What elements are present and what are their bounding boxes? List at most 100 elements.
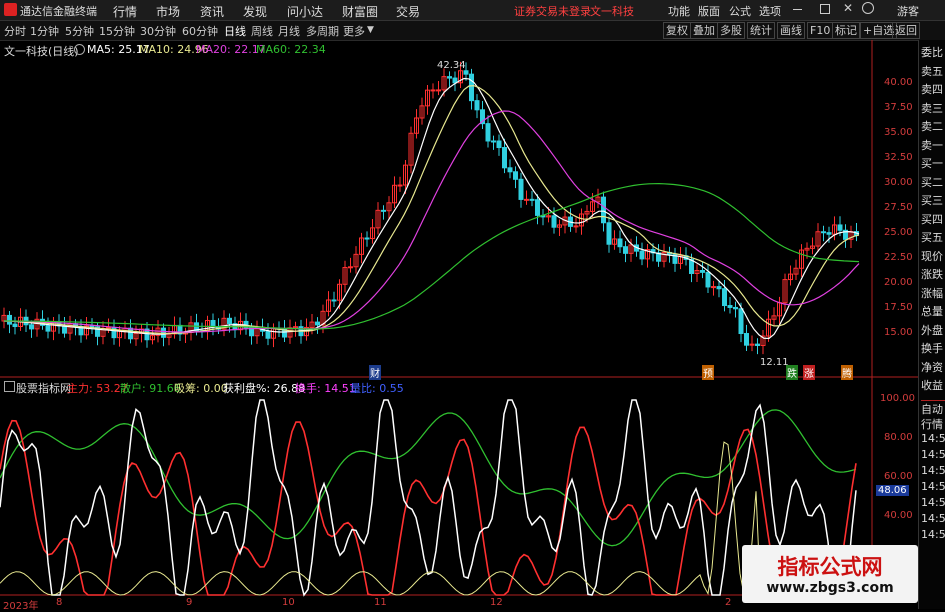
candle-body[interactable] xyxy=(518,178,524,200)
marker-surge[interactable]: 腾 xyxy=(841,365,853,380)
candle-body[interactable] xyxy=(381,209,386,212)
candle-body[interactable] xyxy=(463,70,469,75)
function-button[interactable]: 功能 xyxy=(668,3,690,19)
candle-body[interactable] xyxy=(573,225,579,228)
candle-body[interactable] xyxy=(315,321,320,326)
candle-body[interactable] xyxy=(7,314,12,325)
multi-stock-button[interactable]: 多股 xyxy=(717,22,745,39)
candle-body[interactable] xyxy=(469,73,474,102)
more-chevron-icon[interactable]: ▼ xyxy=(367,25,374,35)
quote-panel-item[interactable]: 14:50 xyxy=(921,432,945,445)
period-daily[interactable]: 日线 xyxy=(224,23,246,39)
candle-body[interactable] xyxy=(711,286,716,289)
candle-body[interactable] xyxy=(623,246,628,254)
candle-body[interactable] xyxy=(436,89,441,92)
quote-panel-item[interactable]: 外盘 xyxy=(921,322,945,338)
candle-body[interactable] xyxy=(705,271,711,288)
candle-body[interactable] xyxy=(535,199,540,216)
candle-body[interactable] xyxy=(474,100,480,111)
candle-body[interactable] xyxy=(529,198,535,201)
marker-down[interactable]: 跌 xyxy=(786,365,798,380)
quote-panel-item[interactable]: 卖四 xyxy=(921,81,945,97)
candle-body[interactable] xyxy=(128,327,133,340)
period-60min[interactable]: 60分钟 xyxy=(182,23,218,39)
quote-panel-item[interactable]: 收益 xyxy=(921,377,945,393)
candle-body[interactable] xyxy=(106,326,111,329)
candle-body[interactable] xyxy=(524,198,529,201)
candle-body[interactable] xyxy=(29,324,34,330)
candle-body[interactable] xyxy=(837,224,843,231)
quote-panel-item[interactable]: 买二 xyxy=(921,174,945,190)
close-icon[interactable]: ✕ xyxy=(843,1,853,15)
quote-panel-item[interactable]: 涨幅 xyxy=(921,285,945,301)
quote-panel-item[interactable]: 现价 xyxy=(921,248,945,264)
candle-body[interactable] xyxy=(639,250,645,260)
quote-panel-item[interactable]: 卖三 xyxy=(921,100,945,116)
adjust-button[interactable]: 复权 xyxy=(663,22,691,39)
user-icon[interactable] xyxy=(862,2,874,14)
menu-trade[interactable]: 交易 xyxy=(396,3,420,20)
quote-panel-item[interactable]: 14:50 xyxy=(921,480,945,493)
candle-body[interactable] xyxy=(265,330,271,339)
menu-quotes[interactable]: 行情 xyxy=(113,3,137,20)
formula-button[interactable]: 公式 xyxy=(729,3,751,19)
login-status[interactable]: 证券交易未登录 xyxy=(514,3,591,19)
quote-panel-item[interactable]: 买一 xyxy=(921,155,945,171)
back-button[interactable]: 返回 xyxy=(892,22,920,39)
candle-body[interactable] xyxy=(601,196,606,224)
statistics-button[interactable]: 统计 xyxy=(747,22,775,39)
candle-body[interactable] xyxy=(397,184,403,187)
period-15min[interactable]: 15分钟 xyxy=(99,23,135,39)
quote-panel-item[interactable]: 行情 xyxy=(921,416,945,432)
candle-body[interactable] xyxy=(716,286,722,290)
quote-panel-item[interactable]: 14:50 xyxy=(921,512,945,525)
quote-panel-item[interactable]: 自动 xyxy=(921,399,945,417)
candle-body[interactable] xyxy=(485,123,491,142)
candle-body[interactable] xyxy=(738,308,744,335)
candle-body[interactable] xyxy=(617,238,623,248)
draw-line-button[interactable]: 画线 xyxy=(777,22,805,39)
guest-button[interactable]: 游客 xyxy=(897,3,919,19)
layout-button[interactable]: 版面 xyxy=(698,3,720,19)
candle-body[interactable] xyxy=(700,270,705,273)
quote-panel-item[interactable]: 卖五 xyxy=(921,63,945,79)
candle-body[interactable] xyxy=(496,140,502,149)
candle-body[interactable] xyxy=(161,327,166,338)
options-button[interactable]: 选项 xyxy=(759,3,781,19)
quote-panel-item[interactable]: 14:50 xyxy=(921,496,945,509)
restore-icon[interactable] xyxy=(820,4,830,14)
period-5min[interactable]: 5分钟 xyxy=(65,23,94,39)
menu-wealth[interactable]: 财富圈 xyxy=(342,3,378,20)
period-weekly[interactable]: 周线 xyxy=(251,23,273,39)
overlay-button[interactable]: 叠加 xyxy=(690,22,718,39)
candle-body[interactable] xyxy=(62,325,67,334)
quote-panel-item[interactable]: 净资 xyxy=(921,359,945,375)
marker-forecast[interactable]: 预 xyxy=(702,365,714,380)
candle-body[interactable] xyxy=(551,215,557,228)
f10-button[interactable]: F10 xyxy=(807,22,834,39)
mark-button[interactable]: 标记 xyxy=(832,22,860,39)
candle-body[interactable] xyxy=(12,323,18,328)
quote-panel-item[interactable]: 14:50 xyxy=(921,448,945,461)
quote-panel-item[interactable]: 14:50 xyxy=(921,464,945,477)
candle-body[interactable] xyxy=(430,89,436,92)
candlesticks[interactable] xyxy=(1,61,859,355)
candle-body[interactable] xyxy=(606,222,612,245)
period-1min[interactable]: 1分钟 xyxy=(30,23,59,39)
menu-discover[interactable]: 发现 xyxy=(243,3,267,20)
candle-body[interactable] xyxy=(348,266,353,269)
marker-up[interactable]: 涨 xyxy=(803,365,815,380)
quote-panel-item[interactable]: 卖二 xyxy=(921,118,945,134)
quote-panel-item[interactable]: 买五 xyxy=(921,229,945,245)
subpanel-settings-icon[interactable] xyxy=(4,381,15,392)
quote-panel-item[interactable]: 涨跌 xyxy=(921,266,945,282)
period-timeshare[interactable]: 分时 xyxy=(4,23,26,39)
candle-body[interactable] xyxy=(331,299,337,302)
candle-body[interactable] xyxy=(755,343,760,346)
candle-body[interactable] xyxy=(513,171,518,180)
quote-panel-item[interactable]: 买四 xyxy=(921,211,945,227)
quote-panel-item[interactable]: 买三 xyxy=(921,192,945,208)
minimize-icon[interactable] xyxy=(793,9,802,10)
quote-panel-item[interactable]: 卖一 xyxy=(921,137,945,153)
candle-body[interactable] xyxy=(727,305,733,308)
